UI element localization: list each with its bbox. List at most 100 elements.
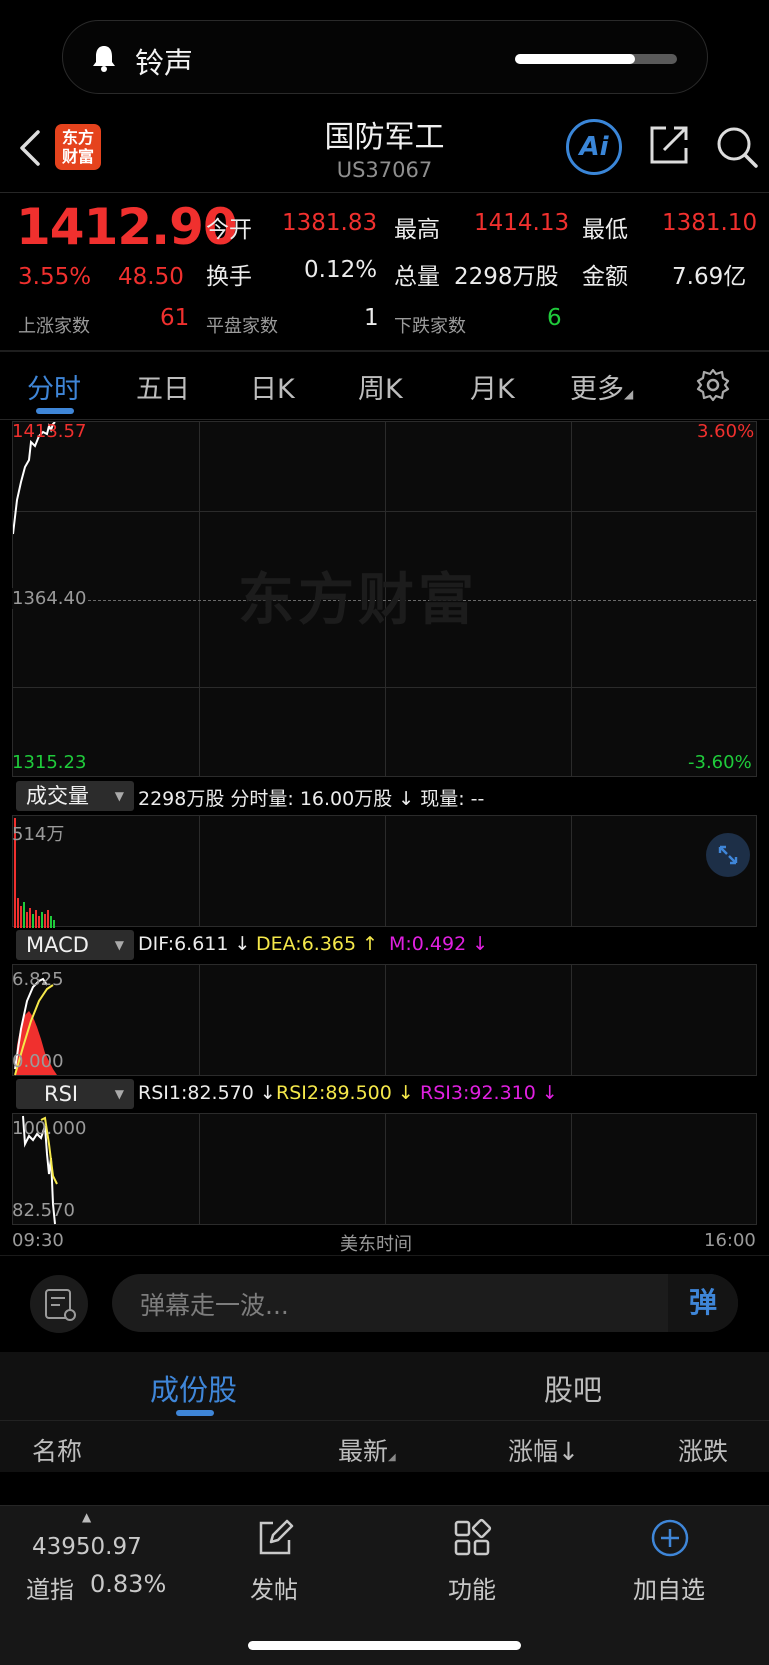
time-end-label: 16:00	[704, 1230, 756, 1251]
nav-post[interactable]: 发帖	[250, 1570, 298, 1605]
bell-icon	[93, 46, 115, 72]
tabs-divider	[0, 419, 769, 420]
volume-track	[515, 54, 677, 64]
tab-five-day[interactable]: 五日	[136, 367, 190, 406]
high-label: 最高	[394, 217, 440, 243]
ringer-label: 铃声	[135, 46, 194, 80]
comment-list-button[interactable]	[30, 1275, 88, 1333]
low-label: 最低	[582, 217, 628, 243]
post-edit-icon[interactable]	[255, 1518, 295, 1558]
search-icon[interactable]	[714, 124, 760, 170]
quote-divider	[0, 350, 769, 352]
volume-fill	[515, 54, 635, 64]
rsi1: RSI1:82.570 ↓	[138, 1082, 276, 1104]
share-icon[interactable]	[646, 122, 692, 168]
nav-add-watchlist[interactable]: 加自选	[633, 1570, 705, 1605]
tab-intraday[interactable]: 分时	[27, 367, 81, 406]
time-zone-label: 美东时间	[340, 1234, 412, 1255]
time-start-label: 09:30	[12, 1230, 64, 1251]
tab-daily-k[interactable]: 日K	[250, 367, 295, 406]
price-bottom-label: 1315.23	[12, 752, 87, 773]
expand-chart-button[interactable]	[706, 833, 750, 877]
comment-list-icon	[45, 1289, 76, 1321]
collapse-caret-icon[interactable]: ▲	[82, 1510, 91, 1524]
volume-max-label: 514万	[12, 824, 65, 845]
column-name[interactable]: 名称	[32, 1432, 82, 1468]
settings-gear-icon[interactable]	[696, 368, 730, 402]
open-value: 1381.83	[282, 210, 378, 236]
change-pct: 3.55%	[18, 264, 92, 290]
volume-panel	[12, 815, 757, 928]
sub-tab-divider	[0, 1420, 769, 1421]
macd-top-label: 6.825	[12, 969, 64, 990]
rsi-indicator-bar: RSI ▼ RSI1:82.570 ↓ RSI2:89.500 ↓ RSI3:92…	[12, 1079, 757, 1111]
macd-indicator-bar: MACD ▼ DIF:6.611 ↓ DEA:6.365 ↑ M:0.492 ↓	[12, 930, 757, 962]
volume-summary: 2298万股 分时量: 16.00万股 ↓ 现量: --	[138, 788, 485, 810]
ai-button[interactable]: Ai	[566, 119, 622, 175]
home-indicator[interactable]	[248, 1641, 521, 1650]
watermark: 东方财富	[238, 568, 478, 633]
dow-index-value[interactable]: 43950.97	[32, 1534, 142, 1560]
open-label: 今开	[206, 217, 252, 243]
tab-weekly-k[interactable]: 周K	[358, 367, 403, 406]
rsi3: RSI3:92.310 ↓	[420, 1082, 558, 1104]
danmu-toggle-button[interactable]: 弹	[668, 1274, 738, 1332]
tab-constituents[interactable]: 成份股	[150, 1367, 237, 1409]
macd-m: M:0.492 ↓	[389, 933, 489, 955]
macd-dea: DEA:6.365 ↑	[256, 933, 379, 955]
up-count-label: 上涨家数	[18, 316, 90, 337]
column-latest[interactable]: 最新◢	[338, 1432, 396, 1468]
change-value: 48.50	[118, 264, 184, 290]
tab-monthly-k[interactable]: 月K	[470, 367, 515, 406]
nav-functions[interactable]: 功能	[448, 1570, 496, 1605]
up-count-value: 61	[160, 305, 190, 331]
down-count-label: 下跌家数	[394, 316, 466, 337]
tab-active-indicator	[36, 408, 74, 414]
volume-indicator-bar: 成交量 ▼ 2298万股 分时量: 16.00万股 ↓ 现量: --	[12, 781, 757, 813]
macd-bottom-label: 0.000	[12, 1051, 64, 1072]
add-watchlist-icon[interactable]	[650, 1518, 690, 1558]
rsi-top-label: 100.000	[12, 1118, 87, 1139]
rsi2: RSI2:89.500 ↓	[276, 1082, 414, 1104]
volume-indicator-select[interactable]: 成交量 ▼	[16, 781, 134, 811]
column-change-pct[interactable]: 涨幅↓	[508, 1432, 579, 1468]
sub-tab-active-indicator	[176, 1410, 214, 1416]
volume-bars	[14, 818, 55, 928]
column-change[interactable]: 涨跌	[678, 1432, 728, 1468]
volume-value: 2298万股	[454, 264, 559, 290]
macd-dif: DIF:6.611 ↓	[138, 933, 251, 955]
volume-label: 总量	[394, 264, 440, 290]
amount-label: 金额	[582, 264, 628, 290]
down-count-value: 6	[547, 305, 562, 331]
chart-bottom-divider	[0, 1255, 769, 1256]
rsi-indicator-select[interactable]: RSI ▼	[16, 1079, 134, 1109]
price-mid-label: 1364.40	[12, 588, 87, 609]
functions-grid-icon[interactable]	[452, 1518, 492, 1558]
tab-more[interactable]: 更多◢	[570, 367, 633, 406]
high-value: 1414.13	[474, 210, 570, 236]
low-value: 1381.10	[662, 210, 758, 236]
rsi-panel	[12, 1113, 757, 1225]
expand-icon	[718, 845, 738, 865]
turnover-value: 0.12%	[304, 257, 378, 283]
rsi-bottom-label: 82.570	[12, 1200, 75, 1221]
danmu-placeholder: 弹幕走一波...	[140, 1291, 289, 1320]
pct-bottom-label: -3.60%	[688, 752, 752, 773]
macd-chart	[14, 977, 57, 1076]
macd-panel	[12, 964, 757, 1076]
rsi-chart	[22, 1115, 58, 1225]
dow-index-pct[interactable]: 0.83%	[90, 1570, 166, 1598]
macd-indicator-select[interactable]: MACD ▼	[16, 930, 134, 960]
turnover-label: 换手	[206, 264, 252, 290]
ringer-notification: 铃声	[62, 20, 708, 94]
flat-count-label: 平盘家数	[206, 316, 278, 337]
header-divider	[0, 192, 769, 193]
amount-value: 7.69亿	[672, 264, 747, 290]
flat-count-value: 1	[364, 305, 379, 331]
tab-stock-forum[interactable]: 股吧	[544, 1367, 602, 1409]
danmu-input[interactable]: 弹幕走一波... 弹	[112, 1274, 738, 1332]
pct-top-label: 3.60%	[697, 421, 755, 442]
last-price: 1412.90	[16, 198, 238, 256]
dow-index-name[interactable]: 道指	[26, 1570, 74, 1605]
price-top-label: 1413.57	[12, 421, 87, 442]
